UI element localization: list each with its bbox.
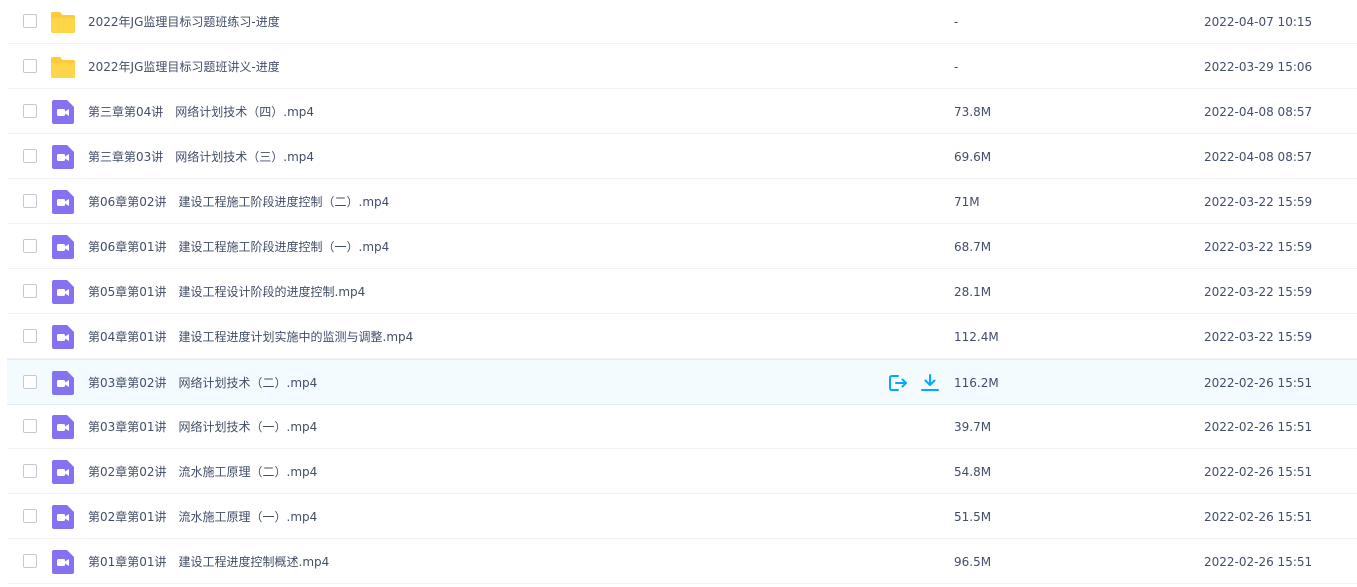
row-checkbox[interactable] [23, 239, 37, 253]
list-item[interactable]: 第03章第01讲 网络计划技术（一）.mp4 39.7M 2022-02-26 … [7, 405, 1357, 449]
row-checkbox[interactable] [23, 284, 37, 298]
file-size: 73.8M [954, 105, 992, 119]
file-name[interactable]: 第03章第01讲 网络计划技术（一）.mp4 [88, 417, 317, 437]
list-item[interactable]: 第02章第01讲 流水施工原理（一）.mp4 51.5M 2022-02-26 … [7, 495, 1357, 539]
download-icon[interactable] [920, 373, 940, 393]
file-modified-date: 2022-02-26 15:51 [1204, 420, 1313, 434]
file-size: 28.1M [954, 285, 992, 299]
video-file-icon [50, 459, 76, 485]
file-name[interactable]: 2022年JG监理目标习题班练习-进度 [88, 12, 280, 32]
video-file-icon [50, 234, 76, 260]
file-modified-date: 2022-03-22 15:59 [1204, 195, 1313, 209]
row-checkbox[interactable] [23, 554, 37, 568]
list-item[interactable]: 第02章第02讲 流水施工原理（二）.mp4 54.8M 2022-02-26 … [7, 450, 1357, 494]
file-name[interactable]: 第05章第01讲 建设工程设计阶段的进度控制.mp4 [88, 282, 365, 302]
list-item[interactable]: 第三章第03讲 网络计划技术（三）.mp4 69.6M 2022-04-08 0… [7, 135, 1357, 179]
file-name[interactable]: 2022年JG监理目标习题班讲义-进度 [88, 57, 280, 77]
row-checkbox[interactable] [23, 419, 37, 433]
file-modified-date: 2022-04-07 10:15 [1204, 15, 1313, 29]
video-file-icon [50, 279, 76, 305]
row-checkbox[interactable] [23, 104, 37, 118]
file-name[interactable]: 第三章第04讲 网络计划技术（四）.mp4 [88, 102, 314, 122]
file-name[interactable]: 第04章第01讲 建设工程进度计划实施中的监测与调整.mp4 [88, 327, 413, 347]
file-modified-date: 2022-04-08 08:57 [1204, 150, 1313, 164]
file-size: 96.5M [954, 555, 992, 569]
video-file-icon [50, 324, 76, 350]
file-modified-date: 2022-03-22 15:59 [1204, 285, 1313, 299]
video-file-icon [50, 144, 76, 170]
file-size: 39.7M [954, 420, 992, 434]
file-size: 112.4M [954, 330, 999, 344]
file-size: 54.8M [954, 465, 992, 479]
video-file-icon [50, 414, 76, 440]
file-name[interactable]: 第02章第01讲 流水施工原理（一）.mp4 [88, 507, 317, 527]
row-checkbox[interactable] [23, 194, 37, 208]
row-checkbox[interactable] [23, 14, 37, 28]
file-size: - [954, 15, 959, 29]
file-modified-date: 2022-02-26 15:51 [1204, 510, 1313, 524]
folder-icon [50, 9, 76, 35]
file-name[interactable]: 第01章第01讲 建设工程进度控制概述.mp4 [88, 552, 329, 572]
folder-icon [50, 54, 76, 80]
file-name[interactable]: 第03章第02讲 网络计划技术（二）.mp4 [88, 373, 317, 393]
file-name[interactable]: 第02章第02讲 流水施工原理（二）.mp4 [88, 462, 317, 482]
row-checkbox[interactable] [23, 59, 37, 73]
file-name[interactable]: 第06章第01讲 建设工程施工阶段进度控制（一）.mp4 [88, 237, 389, 257]
video-file-icon [50, 189, 76, 215]
list-item[interactable]: 2022年JG监理目标习题班讲义-进度 - 2022-03-29 15:06 [7, 45, 1357, 89]
row-checkbox[interactable] [23, 464, 37, 478]
file-size: 116.2M [954, 376, 999, 390]
file-list: 2022年JG监理目标习题班练习-进度 - 2022-04-07 10:15 2… [0, 0, 1357, 587]
video-file-icon [50, 370, 76, 396]
share-icon[interactable] [888, 373, 908, 393]
file-size: - [954, 60, 959, 74]
file-modified-date: 2022-04-08 08:57 [1204, 105, 1313, 119]
file-modified-date: 2022-02-26 15:51 [1204, 376, 1313, 390]
list-item[interactable]: 第03章第02讲 网络计划技术（二）.mp4 116.2M 2022-02-26… [7, 359, 1357, 405]
file-size: 51.5M [954, 510, 992, 524]
file-size: 71M [954, 195, 980, 209]
row-checkbox[interactable] [23, 149, 37, 163]
list-item[interactable]: 第01章第01讲 建设工程进度控制概述.mp4 96.5M 2022-02-26… [7, 540, 1357, 584]
file-modified-date: 2022-03-29 15:06 [1204, 60, 1313, 74]
list-item[interactable]: 第05章第01讲 建设工程设计阶段的进度控制.mp4 28.1M 2022-03… [7, 270, 1357, 314]
row-checkbox[interactable] [23, 509, 37, 523]
file-name[interactable]: 第06章第02讲 建设工程施工阶段进度控制（二）.mp4 [88, 192, 389, 212]
row-checkbox[interactable] [23, 375, 37, 389]
file-modified-date: 2022-02-26 15:51 [1204, 465, 1313, 479]
file-modified-date: 2022-03-22 15:59 [1204, 330, 1313, 344]
list-item[interactable]: 第三章第04讲 网络计划技术（四）.mp4 73.8M 2022-04-08 0… [7, 90, 1357, 134]
file-modified-date: 2022-02-26 15:51 [1204, 555, 1313, 569]
list-item[interactable]: 第04章第01讲 建设工程进度计划实施中的监测与调整.mp4 112.4M 20… [7, 315, 1357, 359]
file-modified-date: 2022-03-22 15:59 [1204, 240, 1313, 254]
file-name[interactable]: 第三章第03讲 网络计划技术（三）.mp4 [88, 147, 314, 167]
list-item[interactable]: 2022年JG监理目标习题班练习-进度 - 2022-04-07 10:15 [7, 0, 1357, 44]
file-size: 69.6M [954, 150, 992, 164]
video-file-icon [50, 549, 76, 575]
video-file-icon [50, 504, 76, 530]
row-checkbox[interactable] [23, 329, 37, 343]
list-item[interactable]: 第06章第01讲 建设工程施工阶段进度控制（一）.mp4 68.7M 2022-… [7, 225, 1357, 269]
file-size: 68.7M [954, 240, 992, 254]
video-file-icon [50, 99, 76, 125]
list-item[interactable]: 第06章第02讲 建设工程施工阶段进度控制（二）.mp4 71M 2022-03… [7, 180, 1357, 224]
